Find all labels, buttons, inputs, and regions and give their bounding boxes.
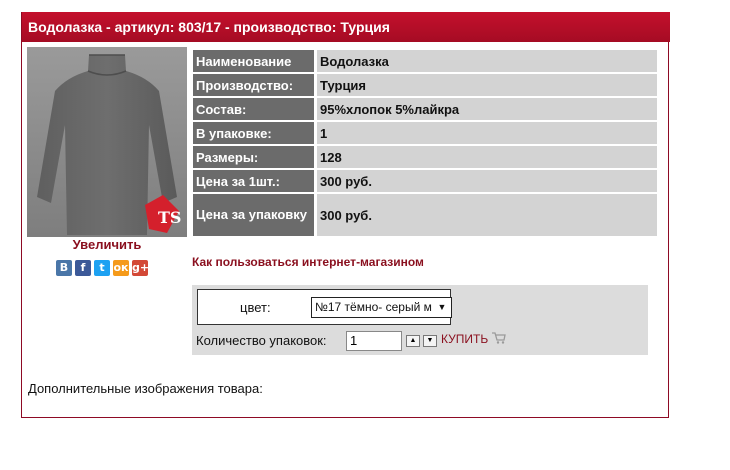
product-properties-table: Наименование Водолазка Производство: Тур…: [193, 48, 657, 238]
prop-key: В упаковке:: [193, 122, 317, 144]
cart-icon: [491, 332, 506, 344]
extra-images-label: Дополнительные изображения товара:: [28, 381, 263, 396]
color-label: цвет:: [240, 300, 271, 315]
svg-text:TS: TS: [158, 208, 181, 227]
twitter-icon[interactable]: t: [94, 260, 110, 276]
table-row: Цена за 1шт.: 300 руб.: [193, 170, 657, 192]
prop-key: Цена за упаковку: [193, 194, 317, 236]
prop-value: Турция: [317, 74, 657, 96]
table-row: Состав: 95%хлопок 5%лайкра: [193, 98, 657, 120]
prop-key: Производство:: [193, 74, 317, 96]
product-title: Водолазка - артикул: 803/17 - производст…: [22, 12, 670, 42]
prop-value: 95%хлопок 5%лайкра: [317, 98, 657, 120]
social-share-bar: Вf t ок g+: [56, 260, 149, 276]
chevron-down-icon: ▼: [433, 298, 451, 317]
color-selector-box: цвет: №17 тёмно- серый м ▼: [197, 289, 452, 325]
product-panel: Водолазка - артикул: 803/17 - производст…: [21, 12, 670, 418]
increment-icon[interactable]: ▲: [406, 335, 420, 347]
prop-value: 128: [317, 146, 657, 168]
vk-icon[interactable]: В: [56, 260, 72, 276]
howto-link[interactable]: Как пользоваться интернет-магазином: [192, 255, 424, 269]
table-row: Производство: Турция: [193, 74, 657, 96]
decrement-icon[interactable]: ▼: [423, 335, 437, 347]
quantity-label: Количество упаковок:: [196, 333, 327, 348]
color-select[interactable]: №17 тёмно- серый м ▼: [311, 297, 452, 318]
prop-key: Размеры:: [193, 146, 317, 168]
buy-button[interactable]: КУПИТЬ: [441, 332, 506, 346]
prop-key: Цена за 1шт.:: [193, 170, 317, 192]
prop-key: Наименование: [193, 50, 317, 72]
prop-value: Водолазка: [317, 50, 657, 72]
buy-label: КУПИТЬ: [441, 332, 489, 346]
turtleneck-image: TS: [27, 47, 187, 237]
table-row: Наименование Водолазка: [193, 50, 657, 72]
prop-value: 1: [317, 122, 657, 144]
product-photo[interactable]: TS: [27, 47, 187, 237]
table-row: Размеры: 128: [193, 146, 657, 168]
enlarge-link[interactable]: Увеличить: [27, 237, 187, 252]
table-row: Цена за упаковку 300 руб.: [193, 194, 657, 236]
googleplus-icon[interactable]: g+: [132, 260, 149, 276]
odnoklassniki-icon[interactable]: ок: [113, 260, 129, 276]
facebook-icon[interactable]: f: [75, 260, 91, 276]
prop-value: 300 руб.: [317, 194, 657, 236]
prop-key: Состав:: [193, 98, 317, 120]
quantity-input[interactable]: 1: [346, 331, 402, 351]
order-form: цвет: №17 тёмно- серый м ▼ Количество уп…: [192, 285, 648, 355]
table-row: В упаковке: 1: [193, 122, 657, 144]
prop-value: 300 руб.: [317, 170, 657, 192]
color-select-value: №17 тёмно- серый м: [315, 300, 432, 314]
